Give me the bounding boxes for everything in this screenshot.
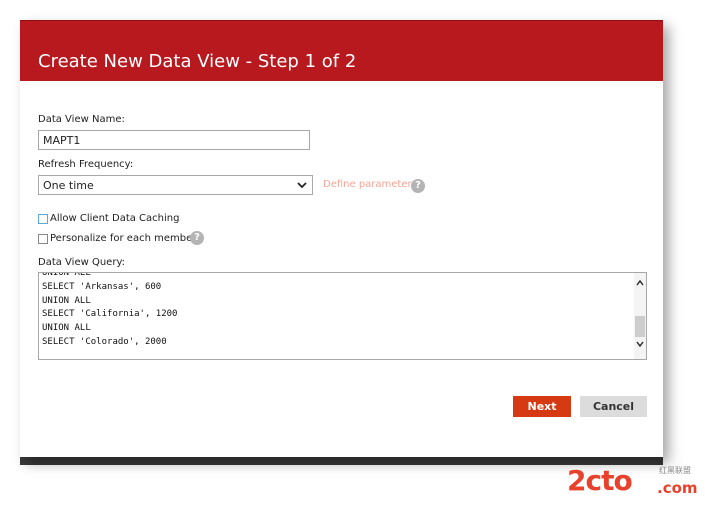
watermark-sub: 红黑联盟	[659, 466, 691, 475]
cancel-button[interactable]: Cancel	[580, 396, 647, 417]
scrollbar-thumb[interactable]	[635, 316, 645, 337]
watermark-logo: 2cto 红黑联盟 .com	[567, 462, 705, 504]
data-view-query-label: Data View Query:	[38, 257, 125, 268]
help-icon[interactable]: ?	[411, 179, 425, 193]
create-data-view-dialog: Create New Data View - Step 1 of 2 Data …	[20, 20, 663, 457]
refresh-frequency-select[interactable]: One time	[38, 175, 313, 195]
refresh-frequency-label: Refresh Frequency:	[38, 159, 134, 170]
data-view-query-textarea[interactable]: UNION ALL SELECT 'Arkansas', 600 UNION A…	[38, 272, 647, 360]
query-text: UNION ALL SELECT 'Arkansas', 600 UNION A…	[42, 272, 178, 347]
data-view-name-input[interactable]: MAPT1	[38, 130, 310, 150]
data-view-name-label: Data View Name:	[38, 114, 125, 125]
chevron-down-icon	[297, 182, 307, 189]
personalize-checkbox[interactable]	[38, 234, 48, 244]
help-icon[interactable]: ?	[190, 231, 204, 245]
next-button[interactable]: Next	[513, 396, 571, 417]
allow-client-caching-checkbox[interactable]	[38, 214, 48, 224]
chevron-up-icon[interactable]	[636, 280, 644, 286]
query-scrollbar[interactable]	[634, 273, 646, 359]
personalize-label: Personalize for each member	[50, 233, 197, 244]
watermark-com: .com	[657, 479, 698, 497]
dialog-titlebar: Create New Data View - Step 1 of 2	[20, 20, 663, 81]
watermark-main: 2cto	[567, 464, 633, 497]
dialog-title: Create New Data View - Step 1 of 2	[38, 51, 357, 72]
allow-client-caching-label: Allow Client Data Caching	[50, 213, 180, 224]
refresh-frequency-value: One time	[43, 179, 94, 192]
chevron-down-icon[interactable]	[636, 341, 644, 347]
